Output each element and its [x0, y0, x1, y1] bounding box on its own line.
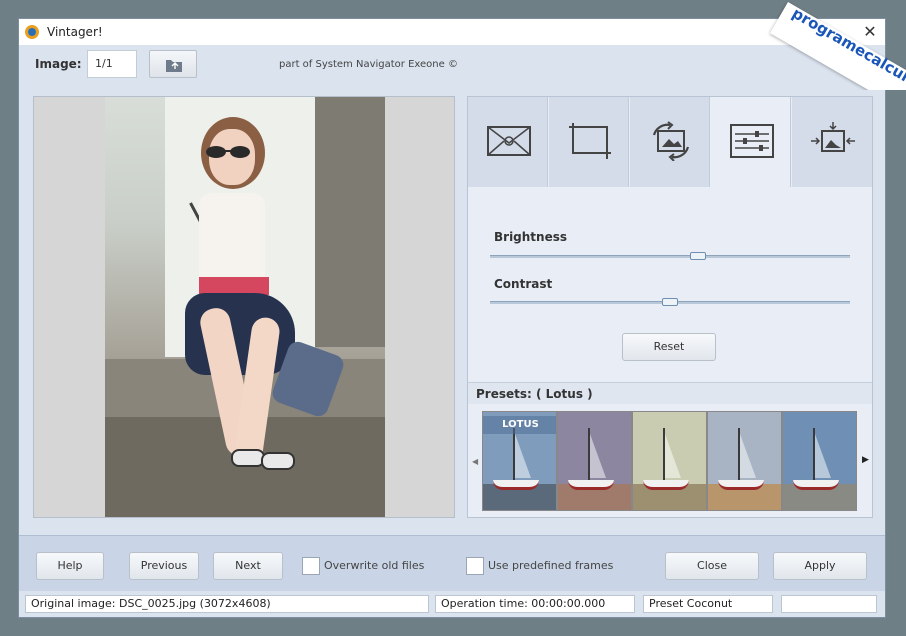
- tool-frame[interactable]: [468, 97, 548, 187]
- status-operation-time: Operation time: 00:00:00.000: [435, 595, 635, 613]
- window-title: Vintager!: [47, 25, 103, 39]
- status-preset: Preset Coconut: [643, 595, 773, 613]
- tool-resize[interactable]: [792, 97, 872, 187]
- next-button[interactable]: Next: [213, 552, 283, 580]
- open-folder-button[interactable]: [149, 50, 197, 78]
- status-extra: [781, 595, 877, 613]
- apply-button[interactable]: Apply: [773, 552, 867, 580]
- tools-panel: Brightness Contrast Reset Presets: ( Lot…: [467, 96, 873, 518]
- preview-photo: [105, 97, 385, 517]
- brightness-slider-thumb[interactable]: [689, 252, 706, 260]
- help-button[interactable]: Help: [36, 552, 104, 580]
- top-toolbar: Image: 1/1 part of System Navigator Exeo…: [19, 45, 885, 85]
- sliders-icon: [730, 124, 774, 158]
- overwrite-checkbox[interactable]: [302, 557, 320, 575]
- tool-tabs: [468, 97, 872, 187]
- contrast-slider-thumb[interactable]: [662, 298, 678, 306]
- contrast-label: Contrast: [494, 277, 553, 291]
- preset-thumbnail[interactable]: [632, 411, 707, 511]
- close-button[interactable]: Close: [665, 552, 759, 580]
- brightness-label: Brightness: [494, 230, 568, 244]
- app-window: Vintager! ✕ Image: 1/1 part of System Na…: [18, 18, 886, 618]
- title-bar: Vintager! ✕: [19, 19, 885, 45]
- preset-thumbnail[interactable]: [557, 411, 632, 511]
- preset-thumbnails: LOTUS: [482, 411, 858, 511]
- presets-label: Presets: ( Lotus ): [476, 387, 593, 401]
- status-original-image: Original image: DSC_0025.jpg (3072x4608): [25, 595, 429, 613]
- contrast-slider[interactable]: [490, 298, 850, 306]
- rotate-image-icon: [652, 121, 690, 161]
- folder-icon: [166, 60, 182, 72]
- tool-adjust[interactable]: [711, 97, 791, 187]
- preset-thumbnail[interactable]: [782, 411, 857, 511]
- watermark: programecalculator.ro: [758, 0, 906, 90]
- predefined-frames-label: Use predefined frames: [488, 559, 614, 572]
- credit-text: part of System Navigator Exeone ©: [279, 59, 458, 70]
- predefined-frames-checkbox[interactable]: [466, 557, 484, 575]
- tool-rotate[interactable]: [630, 97, 710, 187]
- app-icon: [25, 25, 39, 39]
- presets-right-arrow-icon[interactable]: ▶: [862, 455, 869, 465]
- image-preview: [33, 96, 455, 518]
- crop-icon: [569, 123, 611, 159]
- image-label: Image:: [35, 57, 82, 71]
- presets-left-arrow-icon[interactable]: ◀: [472, 457, 478, 466]
- frame-icon: [487, 126, 531, 156]
- status-bar: Original image: DSC_0025.jpg (3072x4608)…: [19, 593, 885, 617]
- overwrite-label: Overwrite old files: [324, 559, 425, 572]
- resize-icon: [811, 122, 855, 152]
- preset-thumbnail[interactable]: [707, 411, 782, 511]
- previous-button[interactable]: Previous: [129, 552, 199, 580]
- brightness-slider[interactable]: [490, 252, 850, 260]
- presets-header: Presets: ( Lotus ): [468, 382, 872, 404]
- preset-thumbnail[interactable]: LOTUS: [482, 411, 557, 511]
- bottom-toolbar: Help Previous Next Overwrite old files U…: [19, 535, 885, 591]
- selected-preset-badge: LOTUS: [483, 416, 556, 434]
- tool-crop[interactable]: [549, 97, 629, 187]
- reset-button[interactable]: Reset: [622, 333, 716, 361]
- image-index-field[interactable]: 1/1: [87, 50, 137, 78]
